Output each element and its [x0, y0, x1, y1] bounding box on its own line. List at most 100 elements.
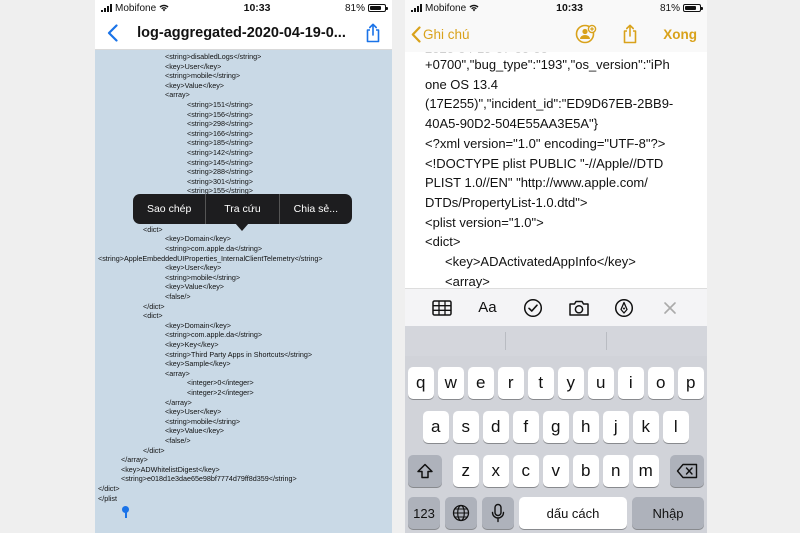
xml-line: <string>298</string> — [187, 119, 253, 129]
xml-line: <string>com.apple.da</string> — [165, 330, 263, 340]
suggestion-slot[interactable] — [405, 332, 506, 350]
predictive-text-bar — [405, 326, 707, 356]
xml-line: <string>288</string> — [187, 167, 253, 177]
xml-line: <key>User</key> — [165, 407, 222, 417]
on-screen-keyboard: q w e r t y u i o p a s d f g h j k l z x c v b n m 123 dấu cách Nhậ… — [405, 356, 707, 533]
globe-key[interactable] — [445, 497, 477, 529]
format-toolbar: Aa — [405, 288, 707, 326]
backspace-icon — [676, 463, 698, 479]
screenshot-stage: Mobifone 10:33 81% log-aggregated-2020-0… — [0, 0, 800, 533]
xml-line: </dict> — [143, 445, 165, 455]
key-x[interactable]: x — [483, 455, 509, 487]
xml-line: <string>185</string> — [187, 138, 253, 148]
key-g[interactable]: g — [543, 411, 569, 443]
globe-icon — [452, 504, 470, 522]
key-a[interactable]: a — [423, 411, 449, 443]
done-button[interactable]: Xong — [663, 27, 697, 42]
notes-back-label: Ghi chú — [423, 26, 470, 42]
chevron-left-icon — [411, 25, 421, 43]
note-line: (17E255)","incident_id":"ED9D67EB-2BB9- — [425, 96, 674, 112]
copy-menu-item[interactable]: Sao chép — [133, 194, 205, 224]
xml-line: <false/> — [165, 436, 191, 445]
xml-line: <array> — [165, 368, 190, 378]
backspace-key[interactable] — [670, 455, 704, 487]
note-line: <?xml version="1.0" encoding="UTF-8"?> — [425, 135, 666, 151]
xml-line: <array> — [165, 90, 190, 100]
xml-line: <integer>0</integer> — [187, 378, 254, 388]
xml-line: <string>301</string> — [187, 176, 253, 186]
notes-nav-bar: Ghi chú Xong — [405, 16, 707, 52]
key-t[interactable]: t — [528, 367, 554, 399]
key-k[interactable]: k — [633, 411, 659, 443]
close-toolbar-button[interactable] — [657, 295, 683, 321]
share-note-button[interactable] — [619, 23, 641, 45]
checklist-button[interactable] — [520, 295, 546, 321]
chevron-left-icon — [107, 23, 118, 42]
share-menu-item[interactable]: Chia sẻ... — [280, 194, 352, 224]
numbers-key[interactable]: 123 — [408, 497, 440, 529]
checklist-icon — [524, 298, 543, 317]
table-button[interactable] — [429, 295, 455, 321]
markup-button[interactable] — [611, 295, 637, 321]
share-note-people-button[interactable] — [575, 23, 597, 45]
key-q[interactable]: q — [408, 367, 434, 399]
xml-line: <dict> — [143, 311, 163, 321]
xml-line: <string>mobile</string> — [165, 416, 241, 426]
xml-line: <string>disabledLogs</string> — [165, 52, 262, 61]
left-phone-screen: Mobifone 10:33 81% log-aggregated-2020-0… — [95, 0, 392, 533]
xml-document-selection[interactable]: <string>disabledLogs</string> <key>User</… — [95, 50, 392, 533]
note-line: PLIST 1.0//EN" "http://www.apple.com/ — [425, 175, 648, 191]
document-title: log-aggregated-2020-04-19-0... — [137, 24, 346, 41]
key-w[interactable]: w — [438, 367, 464, 399]
suggestion-slot[interactable] — [506, 332, 607, 350]
shift-icon — [417, 463, 433, 479]
key-r[interactable]: r — [498, 367, 524, 399]
note-line: <!DOCTYPE plist PUBLIC "-//Apple//DTD — [425, 155, 664, 171]
note-line: one OS 13.4 — [425, 76, 498, 92]
xml-line: <string>e018d1e3dae65e98bf7774d79ff8d359… — [121, 474, 297, 484]
key-u[interactable]: u — [588, 367, 614, 399]
key-n[interactable]: n — [603, 455, 629, 487]
notes-back-button[interactable]: Ghi chú — [411, 25, 470, 43]
shift-key[interactable] — [408, 455, 442, 487]
key-v[interactable]: v — [543, 455, 569, 487]
space-key[interactable]: dấu cách — [519, 497, 627, 529]
note-line: <array> — [445, 273, 490, 288]
xml-line: <key>User</key> — [165, 263, 222, 273]
menu-pointer-arrow — [235, 223, 249, 231]
key-s[interactable]: s — [453, 411, 479, 443]
key-o[interactable]: o — [648, 367, 674, 399]
key-h[interactable]: h — [573, 411, 599, 443]
xml-line: <string>156</string> — [187, 109, 253, 119]
lookup-menu-item[interactable]: Tra cứu — [206, 194, 278, 224]
back-button[interactable] — [103, 22, 121, 44]
text-style-button[interactable]: Aa — [474, 295, 500, 321]
key-e[interactable]: e — [468, 367, 494, 399]
suggestion-slot[interactable] — [607, 332, 707, 350]
key-l[interactable]: l — [663, 411, 689, 443]
wifi-icon — [159, 4, 169, 12]
edit-context-menu: Sao chép Tra cứu Chia sẻ... — [133, 194, 352, 224]
key-m[interactable]: m — [633, 455, 659, 487]
share-button[interactable] — [362, 21, 384, 45]
xml-line: <string>145</string> — [187, 157, 253, 167]
note-line: <plist version="1.0"> — [425, 214, 544, 230]
key-d[interactable]: d — [483, 411, 509, 443]
key-f[interactable]: f — [513, 411, 539, 443]
signal-icon — [101, 4, 112, 12]
return-key[interactable]: Nhập — [632, 497, 704, 529]
xml-line: <string>com.apple.da</string> — [165, 244, 263, 253]
key-p[interactable]: p — [678, 367, 704, 399]
note-text-editor[interactable]: 2020-04-19-07-00-00 +0700","bug_type":"1… — [405, 52, 707, 288]
selection-handle[interactable] — [122, 506, 129, 513]
key-c[interactable]: c — [513, 455, 539, 487]
camera-button[interactable] — [566, 295, 592, 321]
key-b[interactable]: b — [573, 455, 599, 487]
add-people-icon — [575, 24, 597, 44]
xml-line: <key>Value</key> — [165, 282, 225, 292]
dictation-key[interactable] — [482, 497, 514, 529]
key-i[interactable]: i — [618, 367, 644, 399]
key-y[interactable]: y — [558, 367, 584, 399]
key-j[interactable]: j — [603, 411, 629, 443]
key-z[interactable]: z — [453, 455, 479, 487]
